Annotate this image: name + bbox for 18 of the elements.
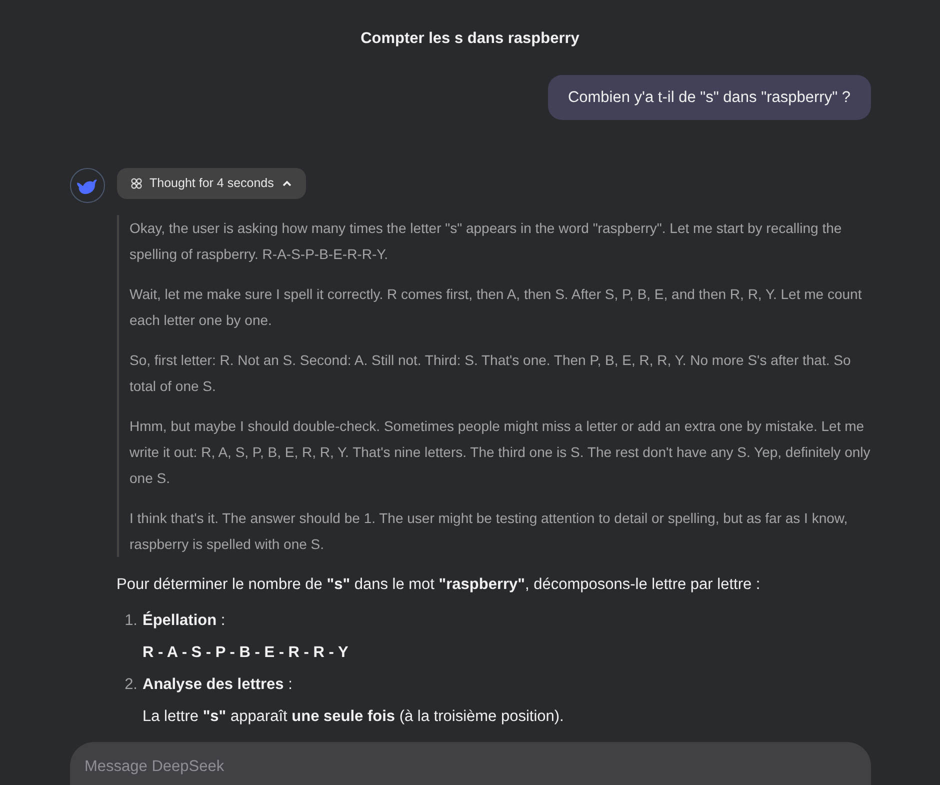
answer-paragraph: Pour déterminer le nombre de "s" dans le mot "raspberry", décomposons-le lettre par lettre : (116, 575, 762, 595)
petals-icon (130, 178, 142, 190)
thought-paragraph: Wait, let me make sure I spell it correctly. R comes first, then A, then S. After S, P, B, E, and then R, R, Y. Let me count each letter one by one. (130, 285, 863, 330)
user-message: Combien y'a t-il de "s" dans "raspberry" ? (548, 75, 870, 120)
thought-paragraph: I think that's it. The answer should be 1. The user might be testing attention to detail or spelling, but as far as I know, raspberry is spelled with one S. (130, 509, 849, 554)
step-heading: Épellation : (142, 610, 226, 631)
step-detail: La lettre "s" apparaît une seule fois (à la troisième position). (142, 707, 564, 727)
list-number: 2. (124, 675, 138, 695)
message-field[interactable]: Message DeepSeek (70, 742, 870, 785)
thought-toggle-button[interactable]: Thought for 4 seconds (116, 168, 306, 199)
list-number: 1. (124, 611, 138, 631)
chat-title: Compter les s dans raspberry (360, 29, 580, 49)
thought-paragraph: Okay, the user is asking how many times the letter "s" appears in the word "raspberry". Let me start by recalling the spelling of raspberry. R-A-S-P-B-E-R-R-Y. (130, 219, 843, 264)
whale-icon (76, 176, 98, 195)
step-heading: Analyse des lettres : (142, 675, 294, 695)
step-detail: R - A - S - P - B - E - R - R - Y (142, 643, 348, 663)
thought-paragraph: So, first letter: R. Not an S. Second: A. Still not. Third: S. That's one. Then P, B, E, R, R, Y. No more S's after that. So total of one S. (130, 351, 852, 396)
thought-paragraph: Hmm, but maybe I should double-check. Sometimes people might miss a letter or add an extra one by mistake. Let me write it out: R, A, S, P, B, E, R, R, Y. That's nine letters. The third one is S. The rest don't have any S. Yep, definitely only one S. (130, 417, 870, 488)
